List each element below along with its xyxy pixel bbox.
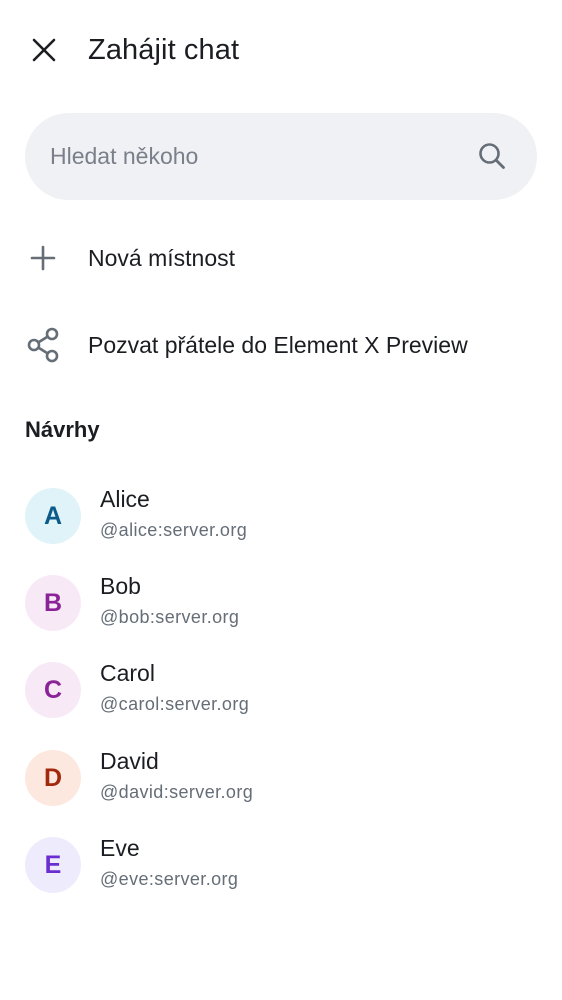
suggestions-heading: Návrhy <box>25 417 100 442</box>
list-item-user-bob[interactable]: B Bob @bob:server.org <box>0 563 562 643</box>
avatar: B <box>25 575 81 631</box>
search-icon[interactable] <box>477 141 507 171</box>
user-matrix-id: @bob:server.org <box>100 607 240 627</box>
user-matrix-id: @david:server.org <box>100 782 254 802</box>
invite-friends-button[interactable]: Pozvat přátele do Element X Preview <box>0 312 562 376</box>
user-display-name: Alice <box>100 486 150 512</box>
user-display-name: Carol <box>100 660 155 686</box>
user-matrix-id: @carol:server.org <box>100 694 250 714</box>
new-room-label: Nová místnost <box>88 245 235 271</box>
share-icon <box>26 327 60 363</box>
user-display-name: Bob <box>100 573 141 599</box>
user-display-name: Eve <box>100 835 140 861</box>
plus-icon <box>26 241 60 275</box>
user-matrix-id: @eve:server.org <box>100 869 239 889</box>
page-title: Zahájit chat <box>88 34 240 66</box>
list-item-user-eve[interactable]: E Eve @eve:server.org <box>0 825 562 905</box>
close-button[interactable] <box>20 26 68 74</box>
user-display-name: David <box>100 748 159 774</box>
search-bar[interactable] <box>25 113 537 200</box>
avatar: D <box>25 750 81 806</box>
close-icon <box>32 38 56 62</box>
avatar: A <box>25 488 81 544</box>
list-item-user-david[interactable]: D David @david:server.org <box>0 738 562 818</box>
new-room-button[interactable]: Nová místnost <box>0 225 562 289</box>
user-matrix-id: @alice:server.org <box>100 520 248 540</box>
invite-friends-label: Pozvat přátele do Element X Preview <box>88 332 468 358</box>
search-input[interactable] <box>50 135 450 177</box>
list-item-user-alice[interactable]: A Alice @alice:server.org <box>0 476 562 556</box>
avatar: E <box>25 837 81 893</box>
list-item-user-carol[interactable]: C Carol @carol:server.org <box>0 650 562 730</box>
top-app-bar: Zahájit chat <box>0 0 562 100</box>
avatar: C <box>25 662 81 718</box>
